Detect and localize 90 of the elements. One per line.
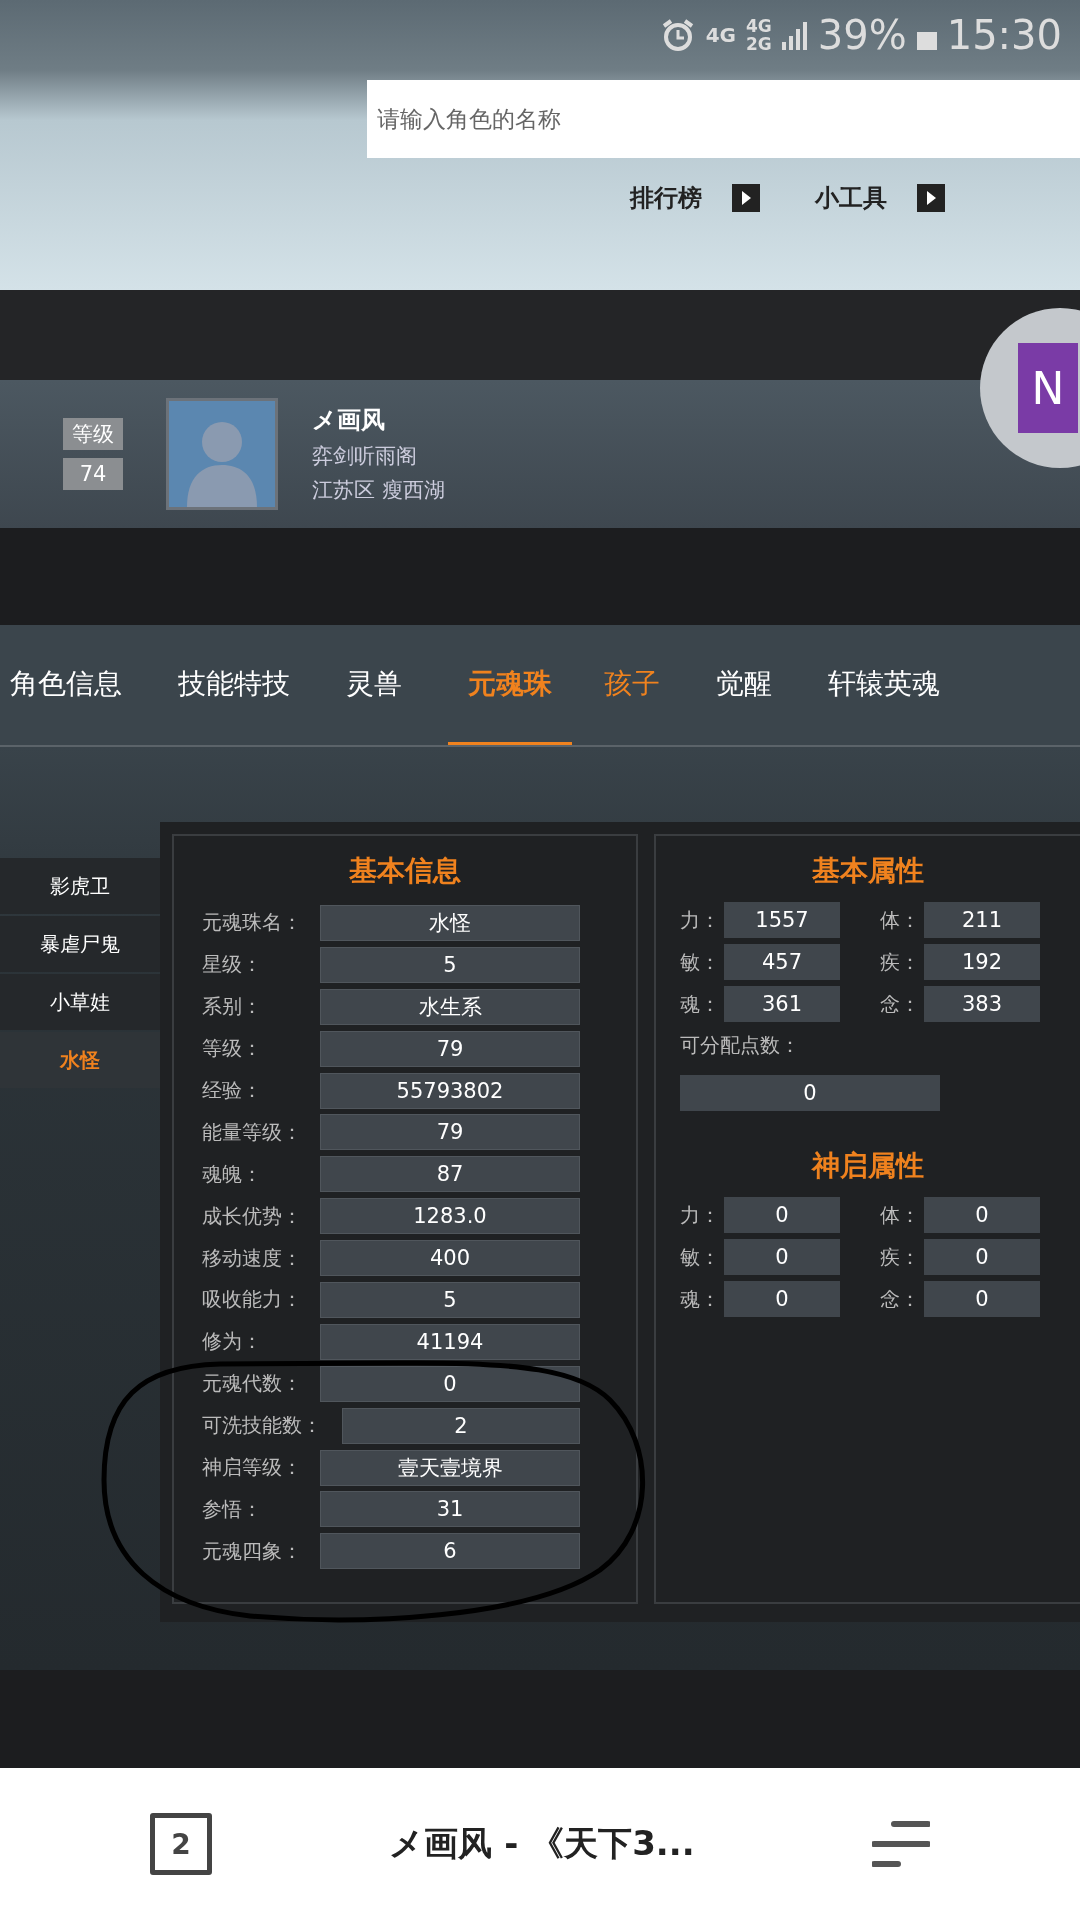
value-field: 0 bbox=[924, 1281, 1040, 1317]
stat-label: 体： bbox=[880, 906, 921, 934]
value-field: 79 bbox=[320, 1030, 580, 1067]
guild-name: 弈剑听雨阁 bbox=[312, 443, 418, 470]
network-label: 2G bbox=[746, 35, 772, 53]
value-field: 0 bbox=[680, 1075, 940, 1111]
field-label: 吸收能力： bbox=[202, 1286, 303, 1314]
value-field: 361 bbox=[724, 986, 840, 1022]
stat-label: 力： bbox=[680, 1201, 721, 1229]
field-label: 系别： bbox=[202, 993, 263, 1021]
battery-icon bbox=[916, 32, 937, 50]
field-label: 等级： bbox=[202, 1035, 263, 1063]
battery-percent: 39% bbox=[817, 12, 907, 58]
level-value: 74 bbox=[63, 458, 123, 490]
field-label: 经验： bbox=[202, 1077, 263, 1104]
header-link[interactable]: 小工具 bbox=[815, 182, 945, 214]
field-label: 可分配点数： bbox=[680, 1032, 801, 1059]
field-label: 元魂珠名： bbox=[202, 909, 303, 937]
stat-label: 疾： bbox=[880, 948, 921, 976]
header-link[interactable]: 排行榜 bbox=[630, 182, 760, 214]
value-field: 1283.0 bbox=[320, 1198, 580, 1235]
field-label: 成长优势： bbox=[202, 1202, 303, 1230]
value-field: 2 bbox=[342, 1407, 580, 1444]
field-label: 可洗技能数： bbox=[202, 1412, 323, 1440]
stat-label: 疾： bbox=[880, 1243, 921, 1271]
field-label: 星级： bbox=[202, 951, 263, 979]
value-field: 5 bbox=[320, 946, 580, 983]
network-label: 4G bbox=[746, 17, 772, 35]
page-title: メ画风 - 《天下3... bbox=[389, 1822, 695, 1865]
server-name: 江苏区 瘦西湖 bbox=[312, 477, 445, 504]
tab[interactable]: 觉醒 bbox=[706, 625, 796, 745]
menu-icon[interactable] bbox=[872, 1820, 930, 1868]
stat-label: 敏： bbox=[680, 1243, 721, 1271]
field-label: 能量等级： bbox=[202, 1118, 303, 1146]
panel-title: 神启属性 bbox=[812, 1148, 924, 1184]
value-field: 457 bbox=[724, 944, 840, 980]
field-label: 元魂四象： bbox=[202, 1537, 303, 1565]
field-label: 参悟： bbox=[202, 1495, 263, 1523]
field-label: 修为： bbox=[202, 1328, 263, 1356]
value-field: 水生系 bbox=[320, 988, 580, 1025]
value-field: 383 bbox=[924, 986, 1040, 1022]
tab-count-button[interactable]: 2 bbox=[150, 1813, 212, 1875]
level-label: 等级 bbox=[63, 418, 123, 450]
value-field: 1557 bbox=[724, 902, 840, 938]
value-field: 87 bbox=[320, 1156, 580, 1193]
side-list-item[interactable]: 小草娃 bbox=[0, 974, 160, 1030]
side-list-item[interactable]: 影虎卫 bbox=[0, 858, 160, 914]
stat-label: 体： bbox=[880, 1201, 921, 1229]
stat-label: 敏： bbox=[680, 948, 721, 976]
signal-icon bbox=[781, 20, 808, 50]
value-field: 211 bbox=[924, 902, 1040, 938]
value-field: 31 bbox=[320, 1491, 580, 1528]
field-label: 移动速度： bbox=[202, 1244, 303, 1272]
field-label: 神启等级： bbox=[202, 1454, 303, 1481]
tab[interactable]: 轩辕英魂 bbox=[818, 625, 964, 745]
value-field: 0 bbox=[320, 1365, 580, 1402]
search-field[interactable]: 请输入角色的名称 bbox=[367, 80, 1080, 158]
tab[interactable]: 技能特技 bbox=[168, 625, 314, 745]
value-field: 79 bbox=[320, 1114, 580, 1151]
value-field: 400 bbox=[320, 1240, 580, 1277]
character-name: メ画风 bbox=[312, 405, 386, 436]
side-list-item[interactable]: 水怪 bbox=[0, 1032, 160, 1088]
stat-label: 力： bbox=[680, 906, 721, 934]
network-label: 4G bbox=[705, 23, 736, 47]
value-field: 0 bbox=[724, 1197, 840, 1233]
value-field: 6 bbox=[320, 1533, 580, 1570]
panel-title: 基本信息 bbox=[349, 853, 461, 889]
stat-label: 念： bbox=[880, 990, 921, 1018]
value-field: 壹天壹境界 bbox=[320, 1449, 580, 1486]
stat-label: 魂： bbox=[680, 990, 721, 1018]
side-list-item[interactable]: 暴虐尸鬼 bbox=[0, 916, 160, 972]
floating-button[interactable]: N bbox=[980, 308, 1080, 468]
value-field: 0 bbox=[924, 1239, 1040, 1275]
clock-time: 15:30 bbox=[946, 12, 1062, 58]
value-field: 0 bbox=[724, 1281, 840, 1317]
value-field: 55793802 bbox=[320, 1072, 580, 1109]
field-label: 元魂代数： bbox=[202, 1370, 303, 1398]
value-field: 192 bbox=[924, 944, 1040, 980]
tab[interactable]: 角色信息 bbox=[0, 625, 146, 745]
value-field: 水怪 bbox=[320, 904, 580, 941]
tab[interactable]: 孩子 bbox=[594, 625, 684, 745]
value-field: 0 bbox=[924, 1197, 1040, 1233]
value-field: 5 bbox=[320, 1281, 580, 1318]
tab[interactable]: 灵兽 bbox=[336, 625, 426, 745]
value-field: 0 bbox=[724, 1239, 840, 1275]
panel-title: 基本属性 bbox=[812, 853, 924, 889]
value-field: 41194 bbox=[320, 1323, 580, 1360]
field-label: 魂魄： bbox=[202, 1160, 263, 1188]
stat-label: 念： bbox=[880, 1285, 921, 1313]
stat-label: 魂： bbox=[680, 1285, 721, 1313]
